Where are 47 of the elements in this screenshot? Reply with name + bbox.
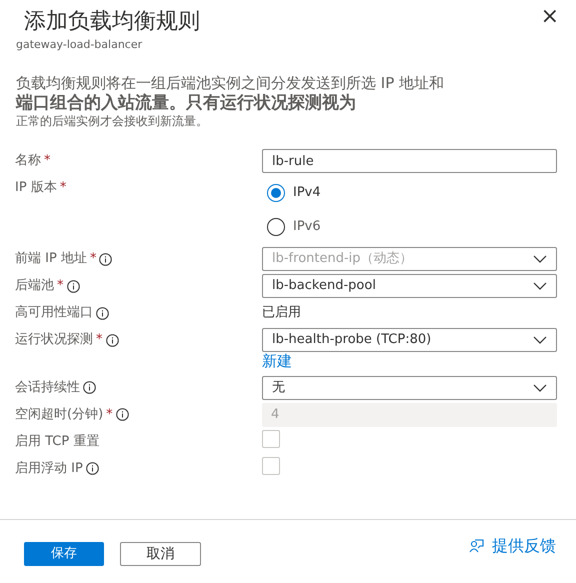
chevron-down-icon [533,336,547,344]
required-mark: * [60,179,66,198]
field-label: 启用浮动 IP [15,460,83,478]
required-mark: * [44,152,50,170]
radio-option[interactable]: IPv6 [262,210,326,244]
chevron-down-icon [533,255,547,263]
save-button[interactable]: 保存 [24,542,104,566]
create-new-link[interactable]: 新建 [262,352,292,370]
required-mark: * [96,331,102,350]
checkbox[interactable] [262,456,280,474]
readonly-field: 4 [262,402,557,426]
description-line: 负载均衡规则将在一组后端池实例之间分发发送到所选 IP 地址和 [16,74,446,92]
field-label: 高可用性端口 [15,304,93,322]
field-label: 后端池 [15,277,54,296]
dropdown[interactable]: lb-backend-pool [262,274,557,298]
field-label: 空闲超时(分钟) [15,406,104,424]
close-button[interactable]: × [538,6,561,28]
dropdown[interactable]: lb-health-probe (TCP:80) [262,328,557,352]
info-icon[interactable] [83,381,96,394]
field-label: 运行状况探测 [15,331,93,350]
required-mark: * [57,277,64,296]
field-label: 前端 IP 地址 [15,250,87,268]
feedback-icon [469,539,484,553]
feedback-link[interactable]: 提供反馈 [469,534,556,558]
info-icon[interactable] [66,280,80,292]
dropdown[interactable]: 无 [262,376,557,400]
info-icon[interactable] [116,408,129,421]
resource-name: gateway-load-balancer [16,38,144,52]
field-value: 已启用 [262,304,302,322]
chevron-down-icon [533,384,547,392]
radio-option[interactable]: IPv4 [262,176,326,210]
description-line: 正常的后端实例才会接收到新流量。 [16,114,209,129]
required-mark: * [106,406,113,424]
info-icon[interactable] [86,462,99,475]
cancel-button[interactable]: 取消 [120,542,201,566]
chevron-down-icon [533,282,547,290]
required-mark: * [90,250,96,268]
field-label: 启用 TCP 重置 [15,432,100,451]
description-line: 端口组合的入站流量。只有运行状况探测视为 [16,92,357,114]
panel-title: 添加负载均衡规则 [24,8,200,36]
field-label: IP 版本 [15,179,57,198]
field-label: 会话持续性 [15,378,80,397]
checkbox[interactable] [262,430,280,448]
text-field[interactable]: lb-rule [262,149,557,173]
info-icon[interactable] [96,306,109,320]
info-icon[interactable] [106,334,118,346]
field-label: 名称 [15,152,41,170]
